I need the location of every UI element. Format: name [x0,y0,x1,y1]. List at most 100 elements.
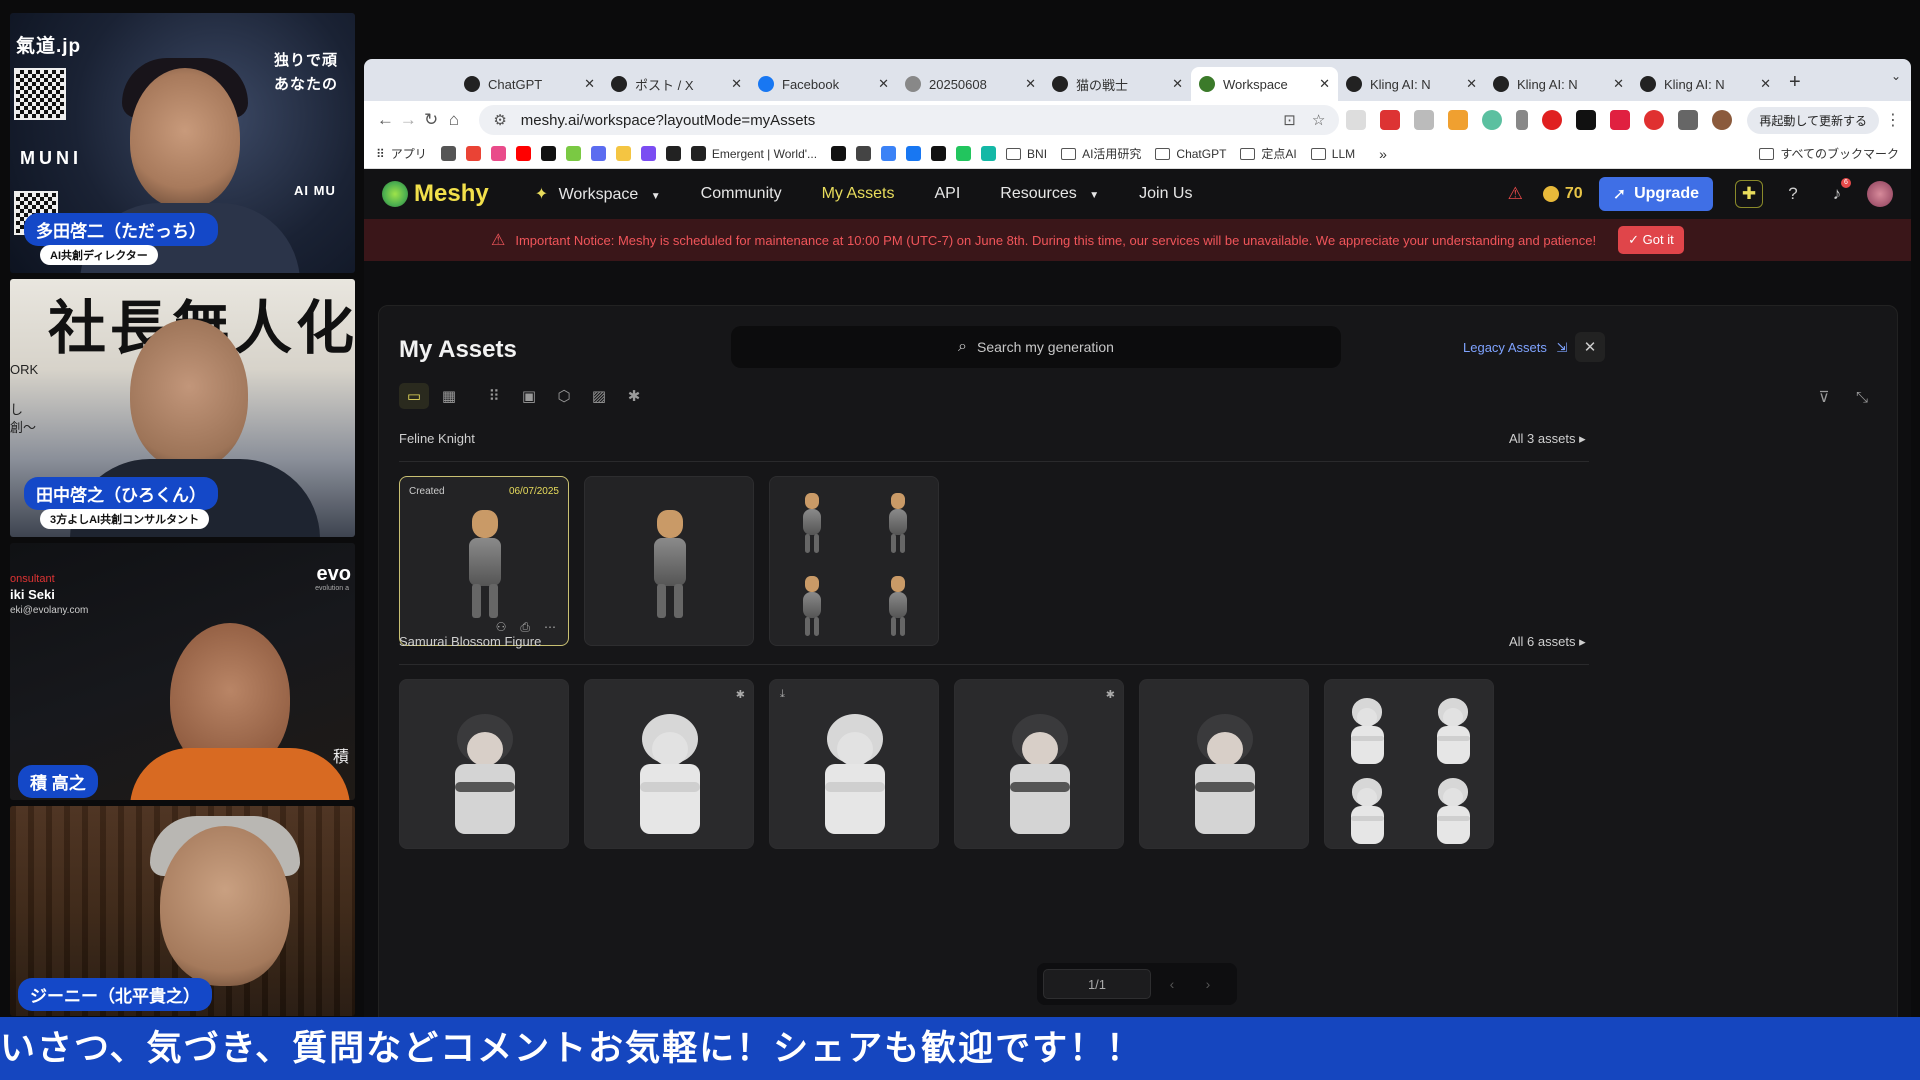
reload-button[interactable]: ↻ [420,110,443,130]
extension-icon[interactable] [1610,110,1631,130]
tab-search-chevron-icon[interactable]: ⌄ [1891,69,1901,83]
bookmark-favicon[interactable] [515,146,537,161]
bookmark-favicon[interactable] [640,146,662,161]
bookmark-favicon[interactable] [665,146,687,161]
browser-tab[interactable]: Kling AI: N ✕ [1338,67,1485,101]
bookmark-folder[interactable]: 定点AI [1240,145,1297,162]
bookmark-star-icon[interactable]: ☆ [1312,111,1325,129]
folder-view-icon[interactable]: ▭ [399,383,429,409]
bookmark-folder[interactable]: BNI [1006,147,1047,161]
asset-card[interactable] [1324,679,1494,849]
bookmark-favicon[interactable] [931,146,952,161]
tab-close-icon[interactable]: ✕ [1025,76,1036,92]
puzzle-icon[interactable] [1678,110,1699,130]
extension-icon[interactable] [1448,110,1469,130]
prev-page-icon[interactable]: ‹ [1157,976,1187,992]
nav-resources[interactable]: Resources ▼ [1000,185,1099,203]
browser-tab[interactable]: Kling AI: N ✕ [1632,67,1779,101]
bookmark-favicon[interactable] [490,146,512,161]
site-settings-icon[interactable]: ⚙ [493,111,506,129]
extension-icon[interactable] [1414,110,1435,130]
rig-icon[interactable]: ⚇ [496,620,507,635]
help-icon[interactable]: ? [1779,180,1807,208]
all-assets-link[interactable]: All 3 assets ▸ [1509,431,1586,447]
all-types-icon[interactable]: ⠿ [479,383,509,409]
browser-tab[interactable]: Workspace ✕ [1191,67,1338,101]
image-icon[interactable]: ▣ [514,383,544,409]
browser-tab[interactable]: ChatGPT ✕ [456,67,603,101]
new-tab-button[interactable]: + [1789,71,1801,94]
bookmark-favicon[interactable] [590,146,612,161]
legacy-assets-link[interactable]: Legacy Assets ⇲ [1463,340,1567,356]
bookmark-favicon[interactable] [831,146,852,161]
tab-close-icon[interactable]: ✕ [878,76,889,92]
all-bookmarks[interactable]: すべてのブックマーク [1759,145,1899,162]
upgrade-button[interactable]: ➚ Upgrade [1598,177,1713,211]
browser-tab[interactable]: Kling AI: N ✕ [1485,67,1632,101]
asset-card[interactable]: ✱ [584,679,754,849]
nav-api[interactable]: API [934,185,960,203]
filter-icon[interactable]: ⊽ [1809,384,1839,410]
browser-tab[interactable]: ポスト / X ✕ [603,67,750,101]
bookmarks-overflow-icon[interactable]: » [1379,146,1387,162]
record-icon[interactable] [1542,110,1563,130]
tab-close-icon[interactable]: ✕ [1172,76,1183,92]
forward-button[interactable]: → [397,110,420,130]
tab-close-icon[interactable]: ✕ [1613,76,1624,92]
bookmark-favicon[interactable] [440,146,462,161]
all-assets-link[interactable]: All 6 assets ▸ [1509,634,1586,650]
bookmark-icon[interactable]: ⎙ [520,620,530,635]
browser-tab[interactable]: Facebook ✕ [750,67,897,101]
bookmark-favicon[interactable] [565,146,587,161]
bookmark-favicon[interactable] [465,146,487,161]
bookmark-apps[interactable]: ⠿ アプリ [376,145,427,162]
bookmark-favicon[interactable] [856,146,877,161]
user-avatar[interactable] [1867,181,1893,207]
nav-workspace[interactable]: ✦ Workspace ▼ [535,184,661,204]
bookmark-favicon[interactable] [906,146,927,161]
browser-tab[interactable]: 20250608 ✕ [897,67,1044,101]
nav-my-assets[interactable]: My Assets [822,185,895,203]
warning-icon[interactable]: ⚠ [1508,184,1523,204]
asset-card[interactable] [584,476,754,646]
asset-card[interactable]: Created 06/07/2025 ⚇ ⎙ ⋯ [399,476,569,646]
meshy-logo[interactable]: Meshy [382,180,489,208]
animation-icon[interactable]: ✱ [619,383,649,409]
nav-community[interactable]: Community [701,185,782,203]
notion-icon[interactable] [1576,110,1597,130]
nav-join-us[interactable]: Join Us [1139,185,1192,203]
next-page-icon[interactable]: › [1193,976,1223,992]
profile-avatar[interactable] [1712,110,1733,130]
tab-close-icon[interactable]: ✕ [731,76,742,92]
address-bar[interactable]: ⚙ meshy.ai/workspace?layoutMode=myAssets… [479,105,1340,135]
extension-icon[interactable] [1644,110,1665,130]
bookmark-folder[interactable]: AI活用研究 [1061,145,1141,162]
texture-icon[interactable]: ▨ [584,383,614,409]
gift-icon[interactable]: ✚ [1735,180,1763,208]
bookmark-favicon[interactable] [981,146,1002,161]
got-it-button[interactable]: ✓ Got it [1618,226,1684,254]
bell-icon[interactable]: ♪ 6 [1823,178,1851,208]
bookmark-favicon[interactable] [956,146,977,161]
credits-display[interactable]: 70 [1542,185,1583,203]
menu-dots-icon[interactable]: ⋮ [1885,110,1901,130]
page-indicator[interactable]: 1/1 [1043,969,1151,999]
search-input[interactable]: ⌕ Search my generation [731,326,1341,368]
tab-close-icon[interactable]: ✕ [1760,76,1771,92]
bookmark-favicon[interactable] [615,146,637,161]
asset-card[interactable] [399,679,569,849]
install-app-icon[interactable]: ⊡ [1283,111,1296,129]
extension-icon[interactable] [1482,110,1503,130]
bookmark-folder[interactable]: ChatGPT [1155,147,1226,161]
tab-close-icon[interactable]: ✕ [584,76,595,92]
bookmark-folder[interactable]: LLM [1310,147,1355,161]
browser-tab[interactable]: 猫の戦士 ✕ [1044,67,1191,101]
close-panel-button[interactable]: ✕ [1575,332,1605,362]
bookmark-site[interactable]: Emergent | World'... [690,146,817,161]
back-button[interactable]: ← [374,110,397,130]
asset-card[interactable]: ✱ [954,679,1124,849]
microphone-icon[interactable] [1516,110,1529,130]
bookmark-favicon[interactable] [881,146,902,161]
cube-icon[interactable]: ⬡ [549,383,579,409]
extension-icon[interactable] [1346,110,1367,130]
